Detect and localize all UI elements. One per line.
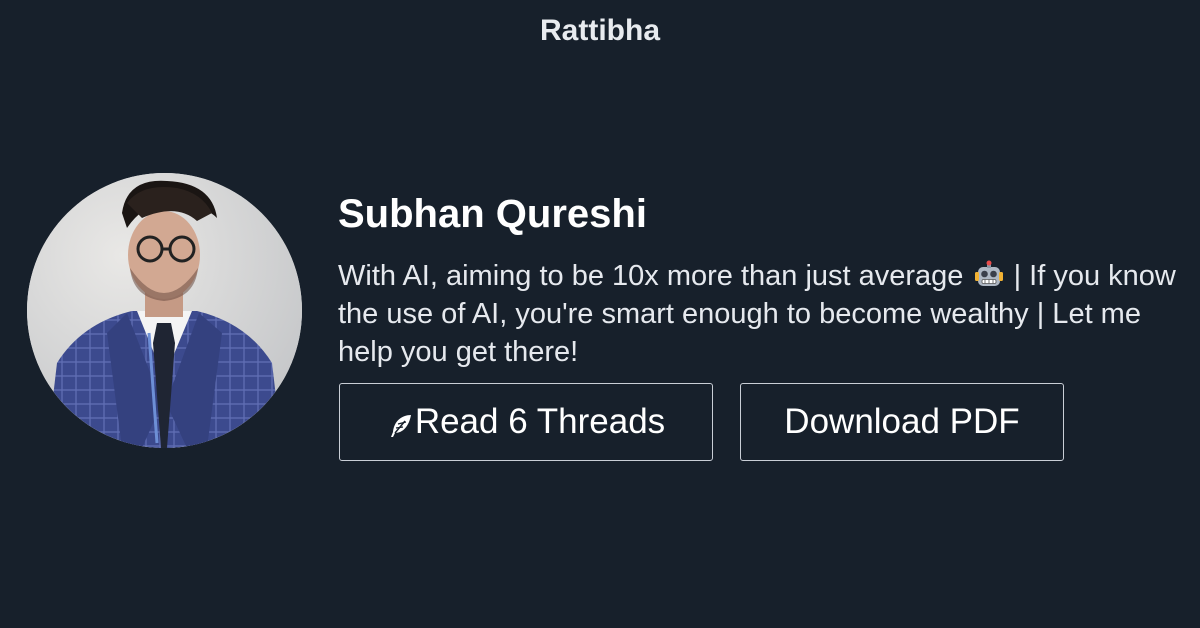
brand-title: Rattibha — [540, 14, 660, 47]
bio-text-part1: With AI, aiming to be 10x more than just… — [338, 260, 964, 292]
avatar — [27, 173, 302, 448]
read-threads-button[interactable]: Read 6 Threads — [339, 383, 713, 461]
robot-emoji-icon — [974, 260, 1003, 286]
feather-icon — [390, 415, 411, 437]
read-threads-label: Read 6 Threads — [414, 402, 666, 441]
profile-photo — [27, 173, 302, 448]
profile-bio: With AI, aiming to be 10x more than just… — [338, 257, 1194, 371]
download-pdf-button[interactable]: Download PDF — [740, 383, 1064, 461]
download-pdf-label: Download PDF — [784, 402, 1020, 441]
profile-name: Subhan Qureshi — [338, 192, 647, 236]
